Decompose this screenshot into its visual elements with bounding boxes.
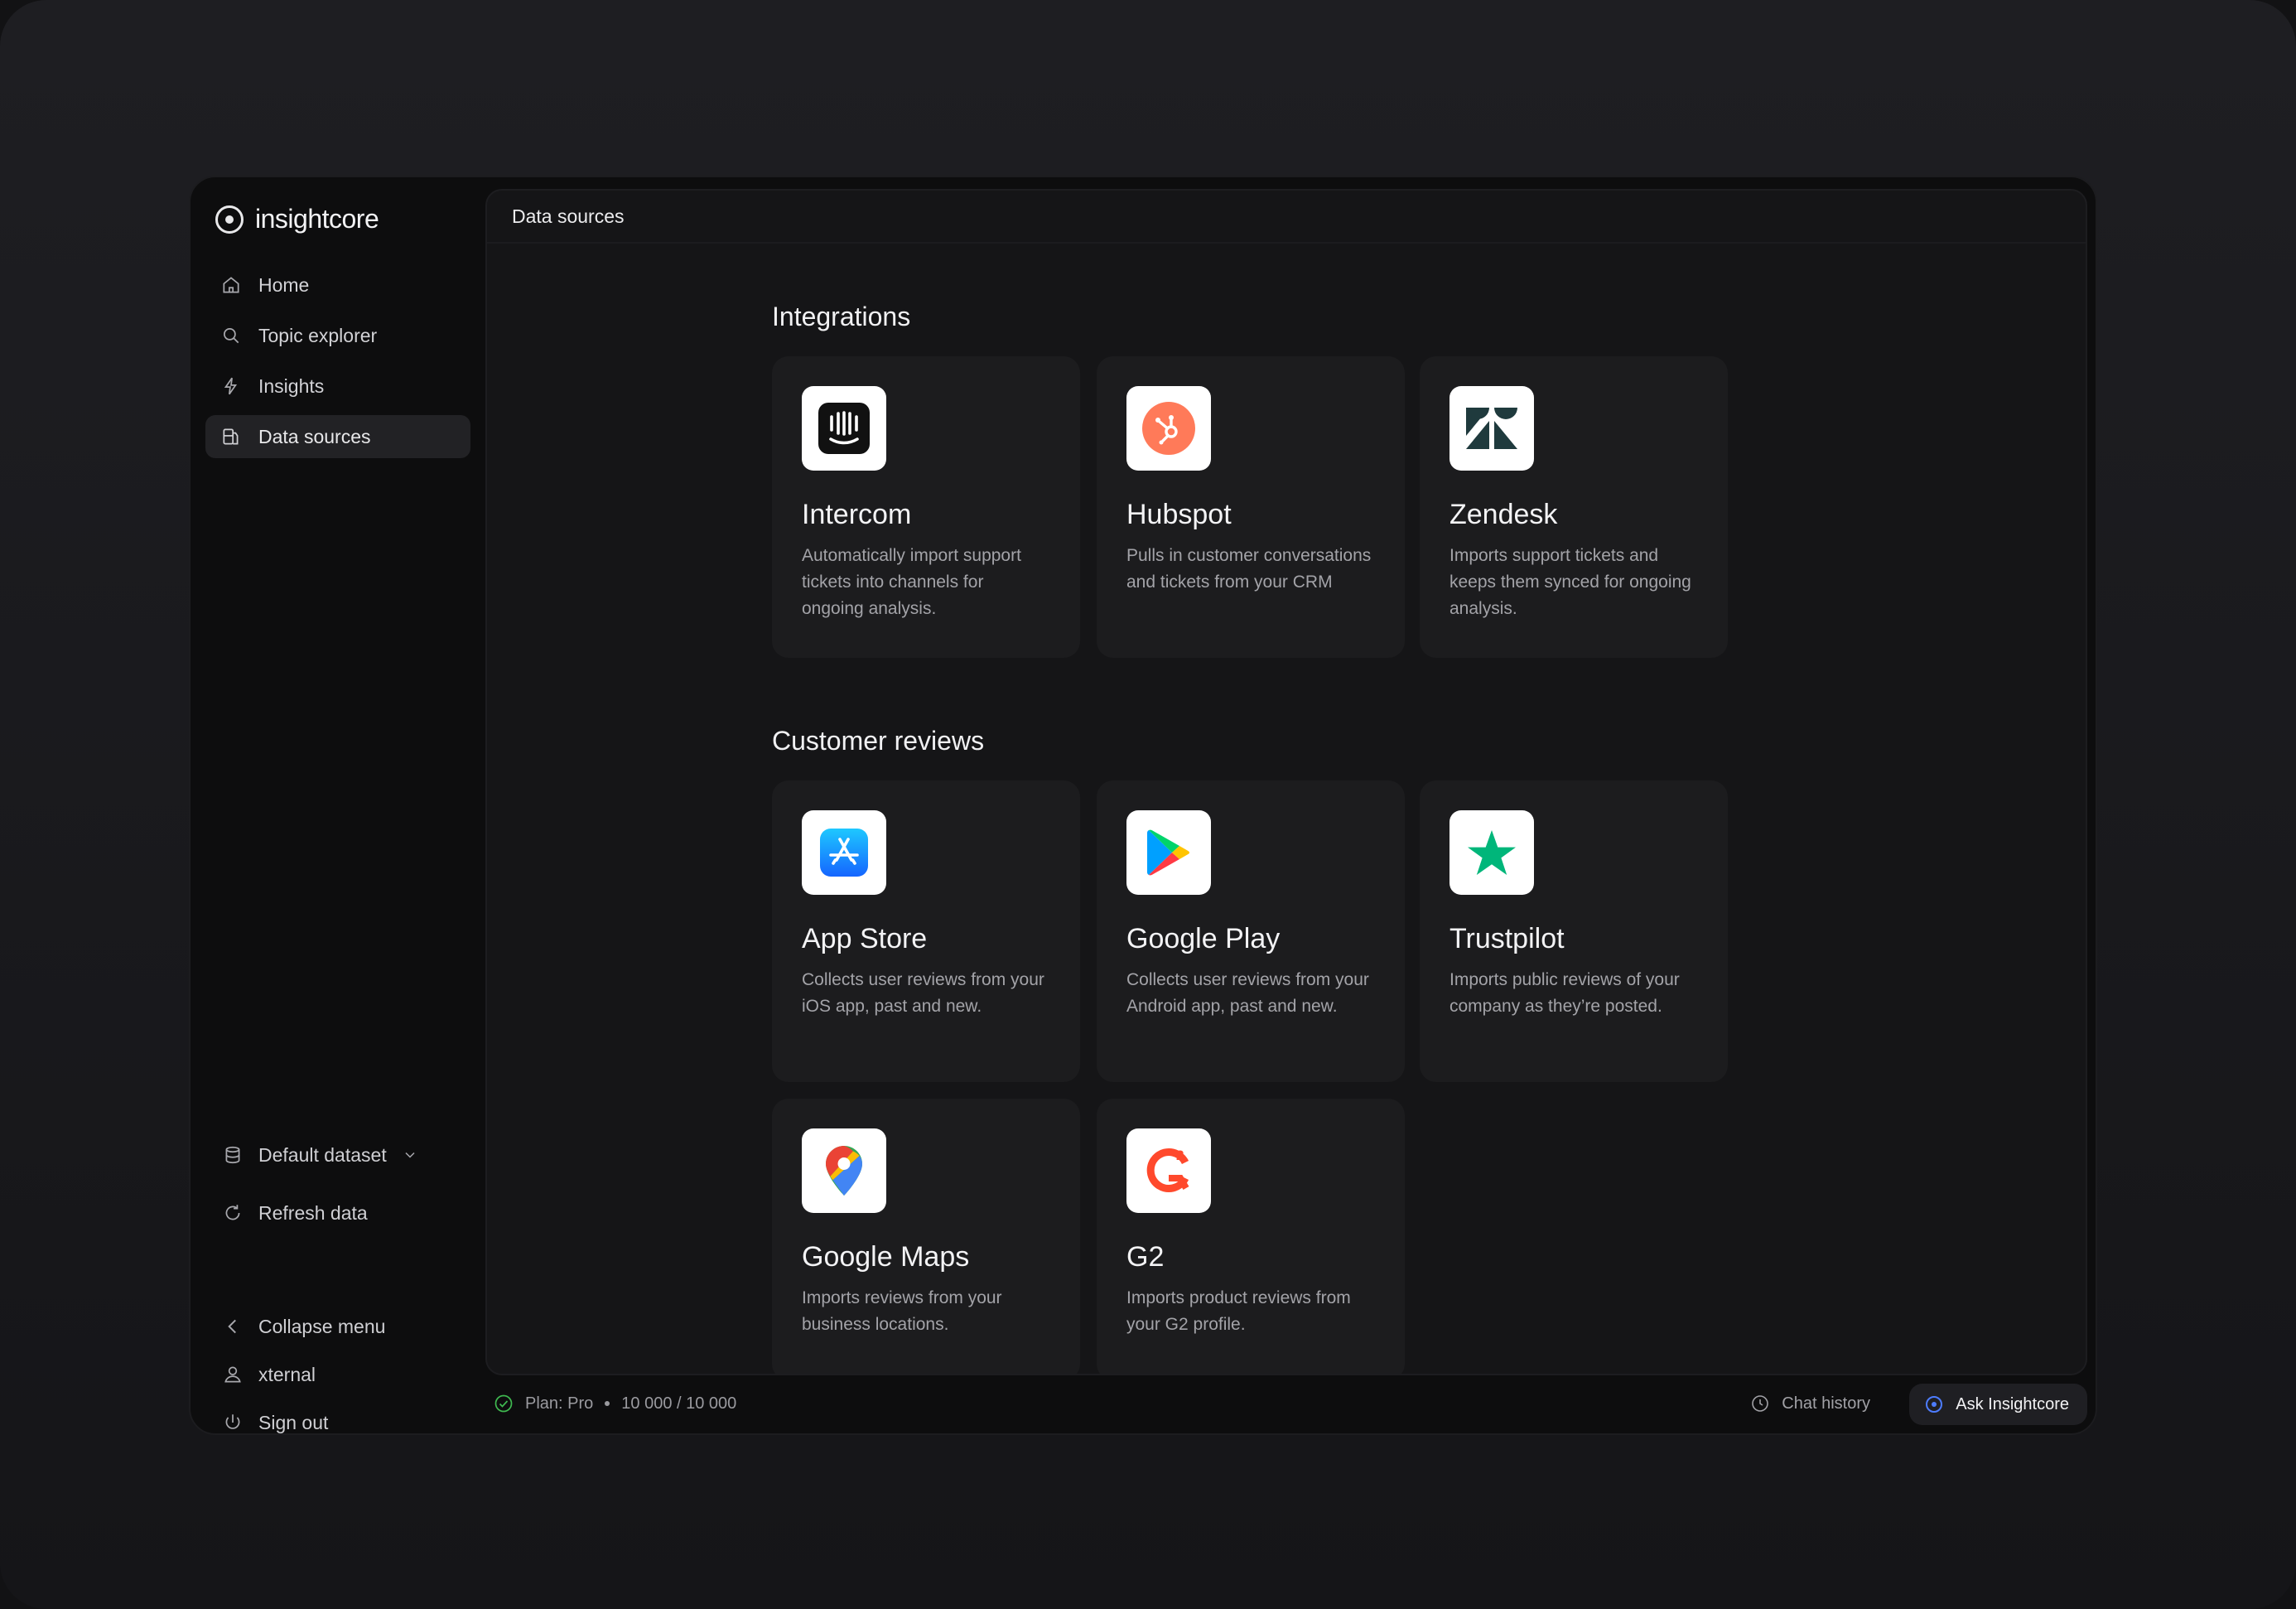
status-bar: Plan: Pro 10 000 / 10 000 Chat history A… bbox=[485, 1379, 2087, 1428]
sidebar-item-data-sources[interactable]: Data sources bbox=[205, 415, 470, 458]
sidebar-item-home[interactable]: Home bbox=[205, 263, 470, 307]
zendesk-logo-icon bbox=[1449, 386, 1534, 471]
collapse-label: Collapse menu bbox=[258, 1315, 386, 1337]
home-icon bbox=[223, 277, 239, 293]
dataset-label: Default dataset bbox=[258, 1143, 387, 1166]
chevron-down-icon bbox=[405, 1152, 415, 1158]
clock-icon bbox=[1752, 1395, 1769, 1412]
refresh-data-button[interactable]: Refresh data bbox=[205, 1191, 470, 1235]
customer-reviews-heading: Customer reviews bbox=[772, 726, 985, 756]
app-store-logo-icon bbox=[802, 810, 886, 895]
check-circle-icon bbox=[494, 1394, 513, 1413]
svg-text:2: 2 bbox=[1176, 1148, 1184, 1163]
sidebar-item-label: Home bbox=[258, 273, 310, 296]
refresh-label: Refresh data bbox=[258, 1201, 368, 1224]
google-play-card[interactable]: Google Play Collects user reviews from y… bbox=[1097, 780, 1405, 1082]
collapse-menu-button[interactable]: Collapse menu bbox=[205, 1302, 470, 1350]
main-panel: Data sources Integrations Intercom Autom… bbox=[485, 189, 2087, 1375]
user-icon bbox=[224, 1366, 241, 1383]
plan-label: Plan: Pro bbox=[525, 1394, 594, 1413]
lightning-icon bbox=[224, 377, 238, 395]
g2-logo-icon: 2 bbox=[1126, 1128, 1211, 1213]
data-sources-icon bbox=[223, 428, 239, 445]
card-description: Imports reviews from your business locat… bbox=[802, 1288, 1002, 1334]
zendesk-card[interactable]: Zendesk Imports support tickets and keep… bbox=[1420, 356, 1728, 658]
refresh-icon bbox=[225, 1205, 240, 1220]
app-store-card[interactable]: App Store Collects user reviews from you… bbox=[772, 780, 1080, 1082]
sidebar-item-insights[interactable]: Insights bbox=[205, 365, 470, 408]
card-description: Collects user reviews from your iOS app,… bbox=[802, 970, 1044, 1016]
plan-status: Plan: Pro 10 000 / 10 000 bbox=[485, 1394, 736, 1413]
panel-header: Data sources bbox=[487, 191, 2086, 244]
google-maps-card[interactable]: Google Maps Imports reviews from your bu… bbox=[772, 1099, 1080, 1374]
card-title: Google Maps bbox=[802, 1241, 970, 1273]
card-description: Pulls in customer conversations and tick… bbox=[1126, 546, 1372, 592]
card-title: Hubspot bbox=[1126, 499, 1232, 530]
sidebar-item-topic-explorer[interactable]: Topic explorer bbox=[205, 314, 470, 357]
power-icon bbox=[225, 1414, 240, 1429]
google-play-logo-icon bbox=[1126, 810, 1211, 895]
user-profile[interactable]: xternal bbox=[205, 1350, 470, 1399]
card-description: Imports support tickets and keeps them s… bbox=[1449, 546, 1691, 618]
sidebar-item-label: Data sources bbox=[258, 425, 371, 447]
chat-history-button[interactable]: Chat history bbox=[1750, 1379, 1870, 1428]
database-icon bbox=[225, 1146, 240, 1164]
hubspot-card[interactable]: Hubspot Pulls in customer conversations … bbox=[1097, 356, 1405, 658]
chevron-left-icon bbox=[228, 1319, 236, 1334]
card-description: Imports product reviews from your G2 pro… bbox=[1126, 1288, 1351, 1334]
sidebar-dataset-section: Default dataset Refresh data bbox=[205, 1133, 470, 1235]
intercom-logo-icon bbox=[802, 386, 886, 471]
sidebar-item-label: Insights bbox=[258, 374, 325, 397]
card-description: Imports public reviews of your company a… bbox=[1449, 970, 1680, 1016]
card-description: Collects user reviews from your Android … bbox=[1126, 970, 1369, 1016]
card-title: G2 bbox=[1126, 1241, 1165, 1273]
card-description: Automatically import support tickets int… bbox=[802, 546, 1021, 618]
search-icon bbox=[224, 328, 239, 344]
sign-out-label: Sign out bbox=[258, 1411, 329, 1433]
logo-icon bbox=[215, 205, 244, 234]
card-title: Zendesk bbox=[1449, 499, 1558, 530]
app-window: insightcore Home Topic explorer Insights… bbox=[189, 176, 2097, 1435]
user-name: xternal bbox=[258, 1363, 316, 1385]
integrations-heading: Integrations bbox=[772, 302, 911, 331]
app-logo[interactable]: insightcore bbox=[215, 204, 379, 234]
dataset-selector[interactable]: Default dataset bbox=[205, 1133, 470, 1177]
intercom-card[interactable]: Intercom Automatically import support ti… bbox=[772, 356, 1080, 658]
trustpilot-logo-icon bbox=[1449, 810, 1534, 895]
card-title: Intercom bbox=[802, 499, 912, 530]
trustpilot-card[interactable]: Trustpilot Imports public reviews of you… bbox=[1420, 780, 1728, 1082]
card-title: App Store bbox=[802, 923, 928, 954]
page-title: Data sources bbox=[512, 205, 625, 227]
insightcore-icon bbox=[1926, 1396, 1943, 1413]
ask-insightcore-button[interactable]: Ask Insightcore bbox=[1909, 1384, 2087, 1425]
google-maps-logo-icon bbox=[802, 1128, 886, 1213]
ask-label: Ask Insightcore bbox=[1956, 1394, 2069, 1413]
card-title: Google Play bbox=[1126, 923, 1281, 954]
card-title: Trustpilot bbox=[1449, 923, 1565, 954]
app-name: insightcore bbox=[255, 204, 379, 234]
hubspot-logo-icon bbox=[1126, 386, 1211, 471]
sidebar-nav: Home Topic explorer Insights Data source… bbox=[205, 263, 470, 466]
sidebar-account-section: Collapse menu xternal Sign out bbox=[205, 1302, 470, 1447]
chat-history-label: Chat history bbox=[1782, 1394, 1870, 1413]
sidebar-item-label: Topic explorer bbox=[258, 324, 378, 346]
separator-dot bbox=[605, 1401, 610, 1406]
sign-out-button[interactable]: Sign out bbox=[205, 1399, 470, 1447]
device-frame: insightcore Home Topic explorer Insights… bbox=[0, 0, 2296, 1609]
g2-card[interactable]: 2 G2 Imports product reviews from your G… bbox=[1097, 1099, 1405, 1374]
usage-count: 10 000 / 10 000 bbox=[621, 1394, 737, 1413]
